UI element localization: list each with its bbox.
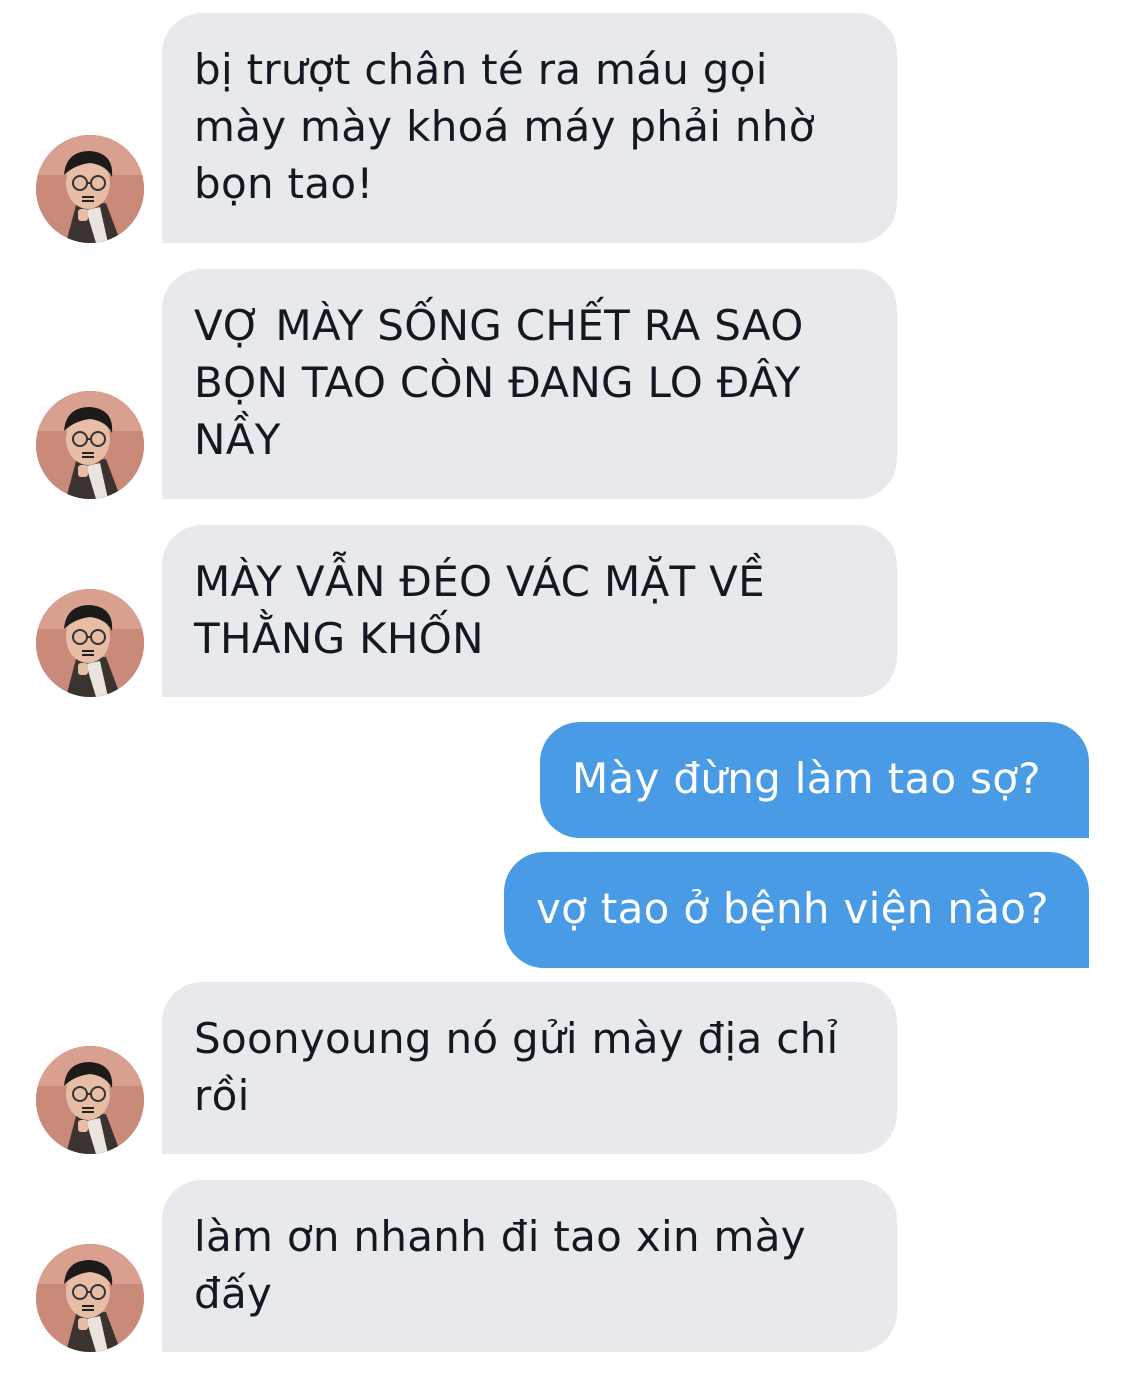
contact-avatar[interactable] [36,1244,144,1352]
incoming-message-bubble[interactable]: VỢ MÀY SỐNG CHẾT RA SAO BỌN TAO CÒN ĐANG… [162,269,897,499]
outgoing-message-bubble[interactable]: vợ tao ở bệnh viện nào? [504,852,1089,968]
outgoing-message-bubble[interactable]: Mày đừng làm tao sợ? [540,722,1089,838]
incoming-message-bubble[interactable]: bị trượt chân té ra máu gọi mày mày khoá… [162,13,897,243]
incoming-message-bubble[interactable]: Soonyoung nó gửi mày địa chỉ rồi [162,982,897,1154]
contact-avatar[interactable] [36,391,144,499]
contact-avatar[interactable] [36,135,144,243]
contact-avatar[interactable] [36,589,144,697]
incoming-message-bubble[interactable]: MÀY VẪN ĐÉO VÁC MẶT VỀ THẰNG KHỐN [162,525,897,697]
incoming-message-bubble[interactable]: làm ơn nhanh đi tao xin mày đấy [162,1180,897,1352]
contact-avatar[interactable] [36,1046,144,1154]
